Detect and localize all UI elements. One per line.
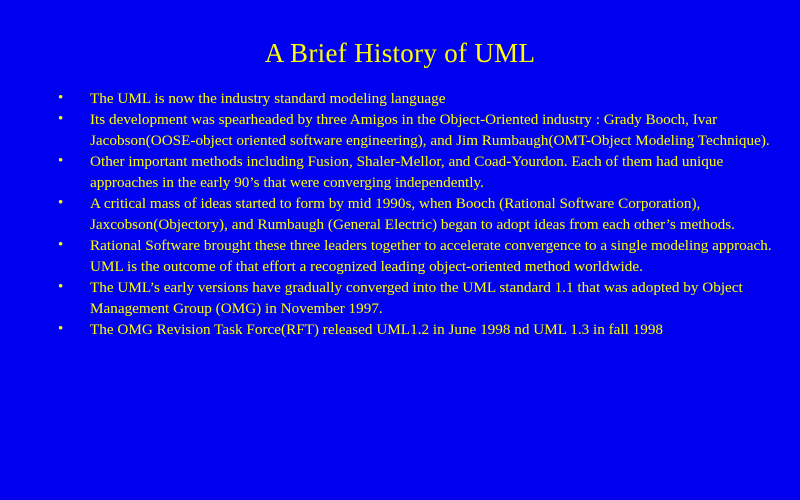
bullet-item: • The UML’s early versions have graduall… <box>52 277 772 319</box>
bullet-list: • The UML is now the industry standard m… <box>52 88 772 340</box>
bullet-item: • The UML is now the industry standard m… <box>52 88 772 109</box>
bullet-text: Rational Software brought these three le… <box>90 237 772 275</box>
bullet-text: The UML is now the industry standard mod… <box>90 90 446 107</box>
bullet-text: Its development was spearheaded by three… <box>90 111 770 149</box>
bullet-dot-icon: • <box>58 279 64 295</box>
bullet-dot-icon: • <box>58 90 64 106</box>
bullet-text: The UML’s early versions have gradually … <box>90 279 743 317</box>
bullet-item: • Other important methods including Fusi… <box>52 151 772 193</box>
bullet-item: • Its development was spearheaded by thr… <box>52 109 772 151</box>
bullet-item: • The OMG Revision Task Force(RFT) relea… <box>52 319 772 340</box>
bullet-dot-icon: • <box>58 111 64 127</box>
bullet-dot-icon: • <box>58 237 64 253</box>
bullet-dot-icon: • <box>58 153 64 169</box>
bullet-text: The OMG Revision Task Force(RFT) release… <box>90 321 664 338</box>
bullet-text: A critical mass of ideas started to form… <box>90 195 735 233</box>
bullet-item: • Rational Software brought these three … <box>52 235 772 277</box>
bullet-dot-icon: • <box>58 195 64 211</box>
slide: A Brief History of UML • The UML is now … <box>0 0 800 500</box>
bullet-item: • A critical mass of ideas started to fo… <box>52 193 772 235</box>
bullet-text: Other important methods including Fusion… <box>90 153 724 191</box>
bullet-dot-icon: • <box>58 321 64 337</box>
slide-title: A Brief History of UML <box>264 38 536 68</box>
